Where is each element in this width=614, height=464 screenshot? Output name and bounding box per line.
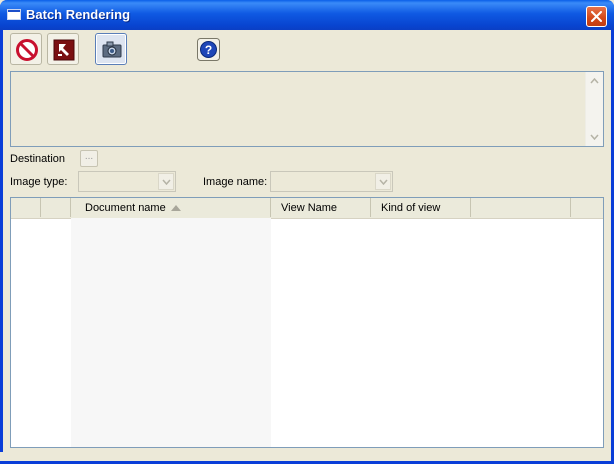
render-icon xyxy=(53,39,75,61)
image-type-dropdown-button[interactable] xyxy=(158,173,174,190)
help-button[interactable]: ? xyxy=(197,38,220,61)
render-settings-button[interactable] xyxy=(47,33,79,65)
snapshot-button[interactable] xyxy=(95,33,127,65)
chevron-down-icon xyxy=(590,134,599,140)
title-bar[interactable]: Batch Rendering xyxy=(0,0,614,30)
image-name-label: Image name: xyxy=(203,176,268,188)
column-label-kind-of-view: Kind of view xyxy=(381,202,441,214)
svg-text:?: ? xyxy=(205,43,212,57)
stop-icon xyxy=(16,39,38,61)
help-icon: ? xyxy=(197,38,220,61)
output-log[interactable] xyxy=(10,71,604,147)
column-header-extra[interactable] xyxy=(471,198,571,217)
image-name-dropdown-button[interactable] xyxy=(375,173,391,190)
chevron-down-icon xyxy=(162,179,171,185)
image-type-select[interactable] xyxy=(78,171,176,192)
chevron-up-icon xyxy=(590,78,599,84)
image-type-label: Image type: xyxy=(10,176,68,188)
scroll-down-button[interactable] xyxy=(587,129,602,145)
column-label-view-name: View Name xyxy=(281,202,338,214)
scroll-up-button[interactable] xyxy=(587,73,602,89)
documents-list[interactable]: Document name View Name Kind of view xyxy=(10,197,604,448)
column-label-document-name: Document name xyxy=(85,202,166,214)
column-header-kind-of-view[interactable]: Kind of view xyxy=(371,198,471,217)
status-bar xyxy=(0,452,608,461)
image-name-select[interactable] xyxy=(270,171,393,192)
close-button[interactable] xyxy=(586,6,607,27)
chevron-down-icon xyxy=(379,179,388,185)
close-icon xyxy=(591,11,602,22)
column-header-view-name[interactable]: View Name xyxy=(271,198,371,217)
vertical-scrollbar[interactable] xyxy=(585,72,603,146)
window-title: Batch Rendering xyxy=(26,7,131,22)
destination-label: Destination xyxy=(10,153,66,165)
column-header-check[interactable] xyxy=(11,198,41,217)
window-icon xyxy=(7,9,21,20)
column-header-status[interactable] xyxy=(41,198,71,217)
stop-button[interactable] xyxy=(10,33,42,65)
sort-ascending-icon xyxy=(171,205,181,211)
column-header-document-name[interactable]: Document name xyxy=(71,198,271,217)
browse-destination-button[interactable]: ... xyxy=(80,150,98,167)
sorted-column-highlight xyxy=(71,218,271,447)
camera-icon xyxy=(102,41,122,58)
list-header: Document name View Name Kind of view xyxy=(11,198,603,219)
